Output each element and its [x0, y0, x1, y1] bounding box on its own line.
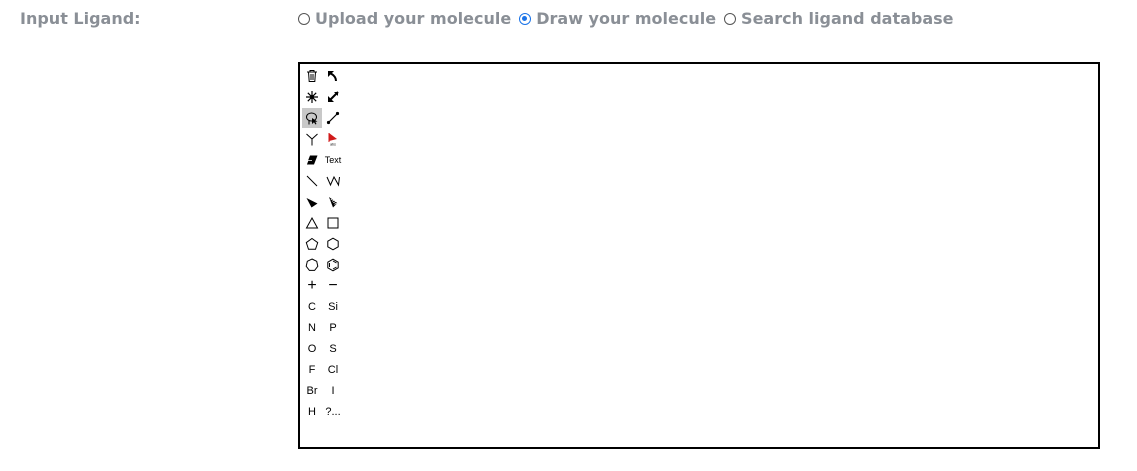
element-oxygen[interactable]: O: [302, 339, 322, 359]
clean-structure-tool[interactable]: [302, 87, 322, 107]
wedge-bond-tool[interactable]: [302, 192, 322, 212]
eraser-tool[interactable]: [302, 150, 322, 170]
single-bond-icon: [306, 175, 318, 187]
element-sulfur[interactable]: S: [323, 339, 343, 359]
zigzag-icon: [326, 175, 340, 187]
search-ligand-database-option[interactable]: Search ligand database: [724, 9, 954, 28]
element-iodine-label: I: [331, 384, 335, 397]
positive-charge-tool[interactable]: +: [302, 276, 322, 296]
sparkle-icon: [306, 91, 318, 103]
undo-tool[interactable]: [323, 66, 343, 86]
element-other-label: ?...: [325, 405, 341, 418]
element-hydrogen-label: H: [308, 405, 316, 418]
cycloheptane-tool[interactable]: [302, 255, 322, 275]
draw-molecule-radio[interactable]: [519, 12, 532, 25]
element-other[interactable]: ?...: [323, 402, 343, 422]
plus-charge-label: +: [307, 277, 317, 294]
element-chlorine-label: Cl: [327, 363, 339, 376]
flag-icon: abs: [328, 133, 337, 147]
search-ligand-database-radio[interactable]: [724, 12, 737, 25]
zigzag-chain-tool[interactable]: [323, 171, 343, 191]
element-oxygen-label: O: [307, 342, 317, 355]
element-silicon-label: Si: [328, 300, 338, 313]
element-phosphorus-label: P: [329, 321, 337, 334]
lasso-tool[interactable]: [302, 108, 322, 128]
negative-charge-tool[interactable]: −: [323, 276, 343, 296]
element-hydrogen[interactable]: H: [302, 402, 322, 422]
bond-tool[interactable]: [302, 171, 322, 191]
minus-charge-label: −: [328, 277, 338, 294]
benzene-tool[interactable]: [323, 255, 343, 275]
undo-arrow-icon: [328, 71, 337, 81]
element-nitrogen[interactable]: N: [302, 318, 322, 338]
element-bromine-label: Br: [306, 384, 318, 397]
draw-molecule-option[interactable]: Draw your molecule: [519, 9, 716, 28]
element-bromine[interactable]: Br: [302, 381, 322, 401]
element-sulfur-label: S: [329, 342, 337, 355]
cyclohexane-tool[interactable]: [323, 234, 343, 254]
bond-line-icon: [326, 111, 340, 125]
diagonal-arrow-icon: [328, 91, 339, 102]
search-ligand-database-label: Search ligand database: [741, 9, 954, 28]
element-silicon[interactable]: Si: [323, 297, 343, 317]
stereo-flag-tool[interactable]: abs: [323, 129, 343, 149]
text-tool[interactable]: Text: [323, 150, 343, 170]
square-ring-icon: [327, 217, 339, 229]
hashed-wedge-tool[interactable]: [323, 192, 343, 212]
upload-molecule-option[interactable]: Upload your molecule: [298, 9, 511, 28]
hexagon-ring-icon: [327, 237, 339, 251]
cyclopropane-tool[interactable]: [302, 213, 322, 233]
draw-molecule-label: Draw your molecule: [536, 9, 717, 28]
single-bond-tool[interactable]: [323, 108, 343, 128]
upload-molecule-radio[interactable]: [298, 12, 310, 25]
upload-molecule-label: Upload your molecule: [315, 9, 512, 28]
element-phosphorus[interactable]: P: [323, 318, 343, 338]
chain-tool[interactable]: [302, 129, 322, 149]
ligand-input-options: Upload your molecule Draw your molecule …: [298, 9, 962, 28]
hashed-wedge-icon: [329, 197, 339, 208]
cyclopentane-tool[interactable]: [302, 234, 322, 254]
element-carbon-label: C: [308, 300, 316, 313]
svg-text:abs: abs: [330, 143, 336, 147]
element-nitrogen-label: N: [308, 321, 316, 334]
delete-tool[interactable]: [302, 66, 322, 86]
resize-tool[interactable]: [323, 87, 343, 107]
heptagon-ring-icon: [305, 258, 319, 271]
triangle-ring-icon: [305, 216, 319, 229]
cyclobutane-tool[interactable]: [323, 213, 343, 233]
text-tool-label: Text: [324, 154, 342, 165]
element-fluorine-label: F: [308, 363, 316, 376]
molecule-editor[interactable]: abs Text + − C Si N P O S F Cl Br I H ?.…: [298, 62, 1100, 449]
element-carbon[interactable]: C: [302, 297, 322, 317]
trash-icon: [307, 70, 317, 82]
element-fluorine[interactable]: F: [302, 360, 322, 380]
lasso-icon: [306, 112, 318, 125]
input-ligand-label: Input Ligand:: [20, 9, 141, 28]
element-iodine[interactable]: I: [323, 381, 343, 401]
element-chlorine[interactable]: Cl: [323, 360, 343, 380]
fork-icon: [306, 133, 318, 146]
pentagon-ring-icon: [305, 237, 319, 250]
eraser-icon: [306, 155, 318, 165]
benzene-ring-icon: [327, 258, 339, 272]
wedge-icon: [306, 198, 318, 208]
